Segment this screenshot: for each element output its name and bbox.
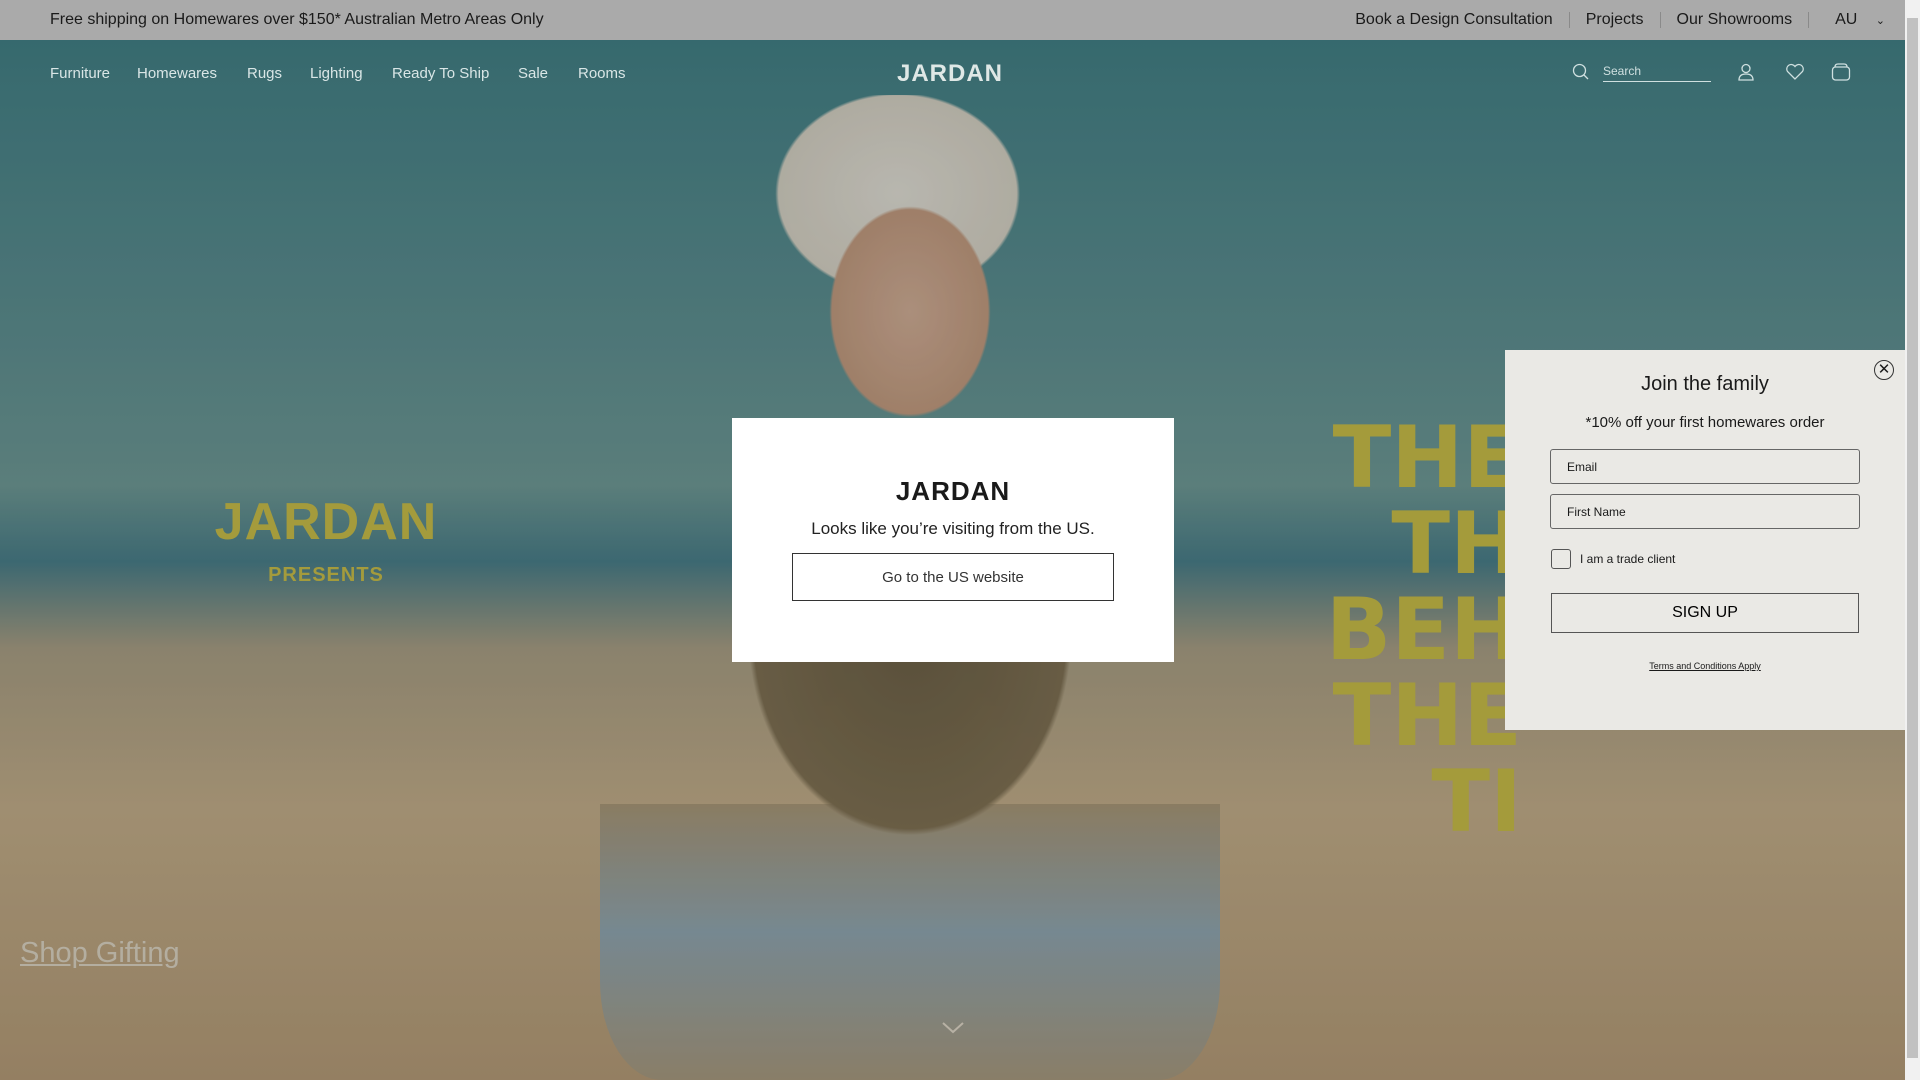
nav-furniture[interactable]: Furniture xyxy=(50,65,110,82)
sign-up-button[interactable]: SIGN UP xyxy=(1551,593,1859,633)
close-icon[interactable]: ✕ xyxy=(1874,360,1894,380)
terms-link[interactable]: Terms and Conditions Apply xyxy=(1505,661,1905,671)
modal-logo: JARDAN xyxy=(895,476,1011,506)
site-logo[interactable]: JARDAN xyxy=(897,60,1003,88)
nav-ready-to-ship[interactable]: Ready To Ship xyxy=(392,65,489,82)
email-field[interactable]: Email xyxy=(1550,449,1860,484)
popup-title: Join the family xyxy=(1641,373,1769,395)
newsletter-popup: ✕ Join the family *10% off your first ho… xyxy=(1505,350,1905,730)
announcement-bar: Free shipping on Homewares over $150* Au… xyxy=(0,0,1905,40)
nav-rooms[interactable]: Rooms xyxy=(578,65,626,82)
first-name-field[interactable]: First Name xyxy=(1550,494,1860,529)
search-icon[interactable] xyxy=(1572,63,1590,86)
scrollbar[interactable] xyxy=(1905,0,1920,1080)
account-icon[interactable] xyxy=(1737,63,1755,86)
region-message: Looks like you’re visiting from the US. xyxy=(811,519,1095,538)
region-modal: JARDAN Looks like you’re visiting from t… xyxy=(732,418,1174,662)
popup-subtitle: *10% off your first homewares order xyxy=(1585,414,1825,431)
chevron-down-icon: ⌄ xyxy=(1875,15,1885,27)
wishlist-heart-icon[interactable] xyxy=(1785,63,1805,86)
nav-sale[interactable]: Sale xyxy=(518,65,548,82)
scrollbar-thumb[interactable] xyxy=(1907,18,1918,1058)
cart-bag-icon[interactable] xyxy=(1831,63,1851,86)
showrooms-link[interactable]: Our Showrooms xyxy=(1661,12,1810,28)
promo-text: Free shipping on Homewares over $150* Au… xyxy=(50,11,544,28)
search-input[interactable]: Search xyxy=(1603,64,1711,82)
nav-rugs[interactable]: Rugs xyxy=(247,65,282,82)
region-selector[interactable]: AU ⌄ xyxy=(1809,11,1905,29)
projects-link[interactable]: Projects xyxy=(1570,12,1661,28)
trade-client-checkbox[interactable] xyxy=(1551,549,1571,569)
trade-client-label: I am a trade client xyxy=(1580,552,1676,566)
design-consultation-link[interactable]: Book a Design Consultation xyxy=(1339,12,1570,28)
nav-homewares[interactable]: Homewares xyxy=(137,65,217,82)
go-to-us-site-button[interactable]: Go to the US website xyxy=(792,553,1114,601)
nav-lighting[interactable]: Lighting xyxy=(310,65,363,82)
